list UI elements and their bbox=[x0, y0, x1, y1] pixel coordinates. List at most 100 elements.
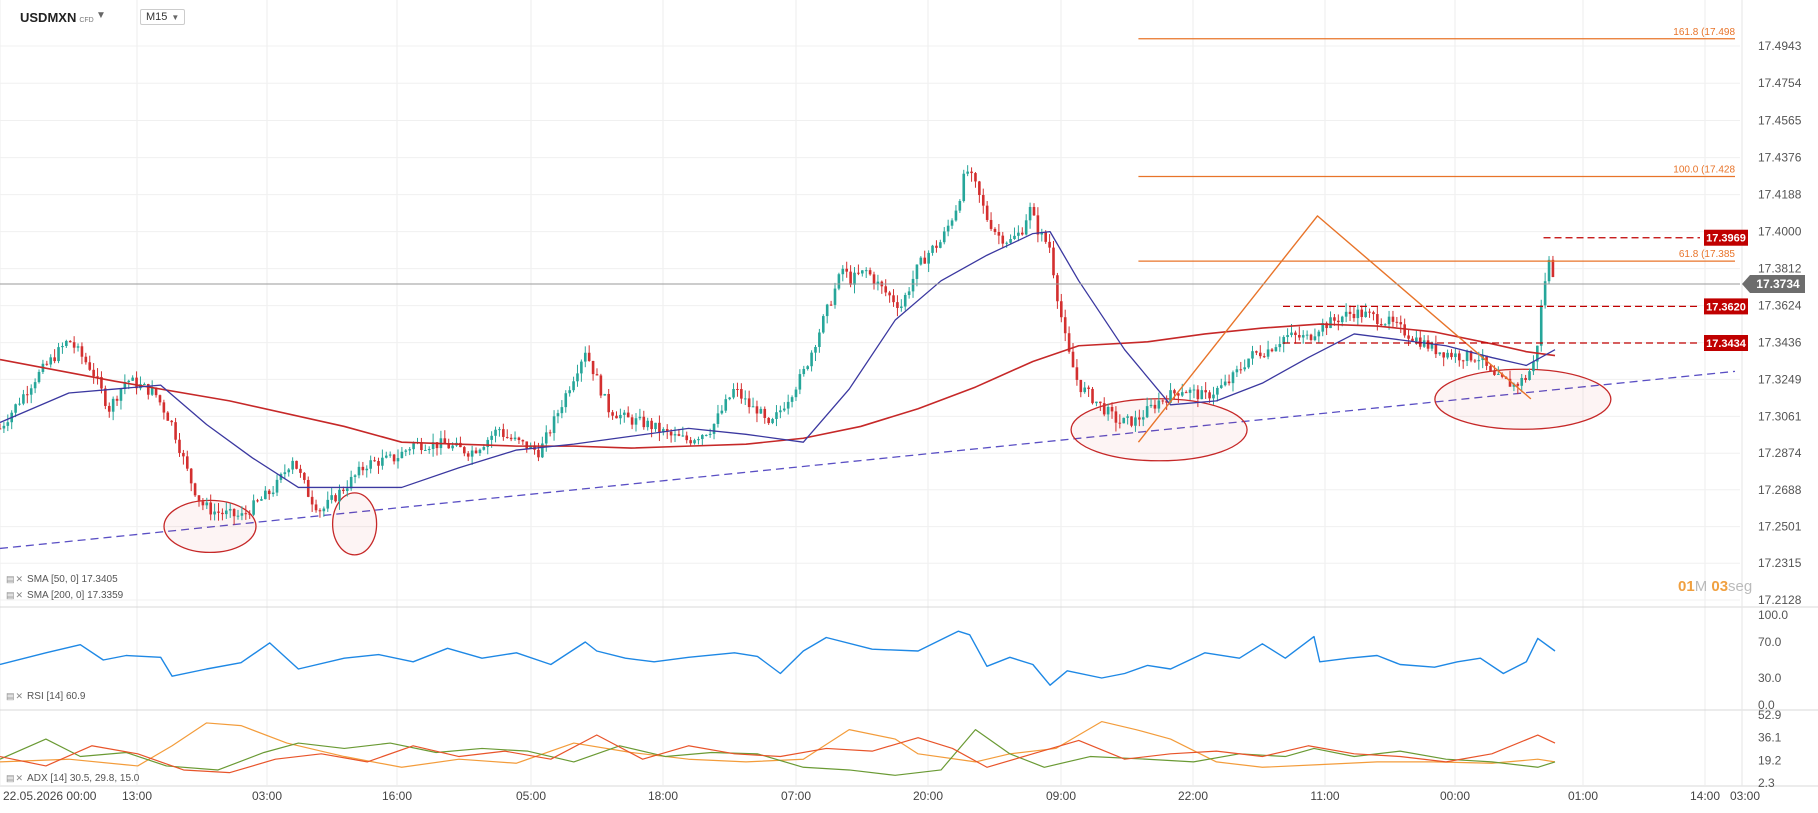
chevron-down-icon[interactable]: ▼ bbox=[96, 10, 106, 21]
candle-body bbox=[611, 412, 614, 416]
candle-body bbox=[22, 394, 25, 404]
candle-body bbox=[1157, 400, 1161, 409]
candle-body bbox=[1294, 332, 1297, 336]
candle-body bbox=[2, 425, 6, 429]
candle-body bbox=[646, 420, 650, 428]
candle-body bbox=[1130, 416, 1133, 426]
candle-body bbox=[513, 437, 517, 440]
candle-body bbox=[747, 398, 751, 408]
indicator-settings-icon[interactable]: ▤✕ bbox=[6, 590, 24, 600]
indicator-settings-icon[interactable]: ▤✕ bbox=[6, 691, 24, 701]
x-tick-label: 18:00 bbox=[648, 789, 678, 803]
candle-body bbox=[291, 460, 294, 470]
candle-body bbox=[264, 490, 267, 500]
candle-body bbox=[931, 245, 934, 253]
candle-body bbox=[1309, 334, 1313, 341]
candle-body bbox=[424, 450, 427, 452]
candle-body bbox=[782, 408, 786, 411]
candle-body bbox=[626, 412, 630, 418]
symbol-selector[interactable]: USDMXN CFD bbox=[20, 10, 94, 25]
chart-canvas[interactable]: 17.4943 17.4754 17.4565 17.4376 17.4188 17.40… bbox=[0, 0, 1818, 813]
candle-body bbox=[814, 346, 817, 353]
candle-body bbox=[150, 387, 154, 395]
candle-body bbox=[377, 461, 380, 466]
candle-body bbox=[837, 274, 841, 289]
candle-body bbox=[1274, 347, 1278, 352]
sma200-legend[interactable]: ▤✕ SMA [200, 0] 17.3359 bbox=[6, 590, 123, 601]
candle-body bbox=[365, 468, 369, 471]
candle-body bbox=[724, 399, 728, 411]
candle-body bbox=[903, 294, 907, 307]
candle-body bbox=[1071, 351, 1075, 368]
candle-body bbox=[61, 345, 64, 348]
candle-body bbox=[26, 394, 29, 396]
candle-body bbox=[1399, 322, 1403, 325]
candle-body bbox=[833, 288, 837, 305]
candle-body bbox=[939, 242, 942, 248]
candle-body bbox=[868, 270, 872, 275]
candle-body bbox=[580, 361, 583, 374]
candle-body bbox=[1048, 241, 1051, 248]
candle-body bbox=[1231, 372, 1235, 384]
candle-body bbox=[236, 515, 240, 517]
x-tick-label: 07:00 bbox=[781, 789, 811, 803]
candle-body bbox=[892, 295, 895, 303]
indicator-settings-icon[interactable]: ▤✕ bbox=[6, 773, 24, 783]
candle-body bbox=[681, 435, 685, 437]
sma50-legend[interactable]: ▤✕ SMA [50, 0] 17.3405 bbox=[6, 574, 118, 585]
candle-body bbox=[966, 171, 969, 174]
candle-body bbox=[1356, 309, 1360, 319]
candle-body bbox=[1348, 311, 1352, 314]
candle-body bbox=[1270, 349, 1274, 352]
timeframe-selector[interactable]: M15 ▼ bbox=[140, 9, 186, 25]
x-tick-label: 11:00 bbox=[1310, 789, 1339, 803]
candle-body bbox=[599, 375, 603, 396]
candle-body bbox=[248, 513, 252, 515]
candle-body bbox=[919, 257, 923, 265]
candle-body bbox=[974, 173, 977, 182]
candle-body bbox=[509, 437, 513, 440]
x-tick-label: 22:00 bbox=[1178, 789, 1208, 803]
candle-body bbox=[767, 417, 770, 424]
countdown-seconds-unit: seg bbox=[1728, 578, 1753, 595]
candle-body bbox=[45, 363, 49, 365]
candle-body bbox=[1372, 312, 1375, 315]
candle-body bbox=[408, 449, 411, 451]
candle-body bbox=[603, 393, 607, 396]
candle-body bbox=[1426, 340, 1430, 349]
candle-body bbox=[818, 332, 821, 347]
candle-body bbox=[810, 352, 813, 367]
candle-body bbox=[755, 406, 759, 414]
candle-body bbox=[1290, 332, 1293, 336]
candle-body bbox=[673, 434, 677, 436]
candle-body bbox=[521, 439, 525, 442]
candle-body bbox=[1258, 352, 1262, 357]
candle-body bbox=[303, 472, 306, 480]
indicator-settings-icon[interactable]: ▤✕ bbox=[6, 574, 24, 584]
candle-body bbox=[1278, 344, 1282, 348]
candle-body bbox=[701, 435, 704, 440]
candle-body bbox=[1446, 352, 1449, 358]
candle-body bbox=[911, 278, 915, 292]
candle-body bbox=[821, 316, 825, 333]
x-tick-label: 03:00 bbox=[252, 789, 282, 803]
candle-body bbox=[786, 401, 790, 409]
adx-legend[interactable]: ▤✕ ADX [14] 30.5, 29.8, 15.0 bbox=[6, 773, 139, 784]
candle-body bbox=[463, 447, 466, 454]
adx-tick-label: 52.9 bbox=[1758, 708, 1782, 722]
adx-line bbox=[0, 720, 1556, 768]
candle-body bbox=[853, 272, 856, 285]
candle-body bbox=[685, 435, 689, 441]
candle-body bbox=[1063, 317, 1067, 334]
x-tick-label: 05:00 bbox=[516, 789, 546, 803]
candle-body bbox=[552, 416, 556, 434]
candle-body bbox=[1551, 259, 1555, 278]
rsi-legend[interactable]: ▤✕ RSI [14] 60.9 bbox=[6, 691, 85, 702]
candle-body bbox=[802, 368, 806, 375]
candle-body bbox=[537, 449, 540, 458]
candle-body bbox=[728, 397, 731, 400]
sma200-label: SMA [200, 0] 17.3359 bbox=[27, 590, 124, 601]
candle-body bbox=[997, 232, 1001, 236]
candle-body bbox=[1001, 235, 1005, 244]
fib-level-label: 61.8 (17.385 bbox=[1679, 249, 1736, 260]
